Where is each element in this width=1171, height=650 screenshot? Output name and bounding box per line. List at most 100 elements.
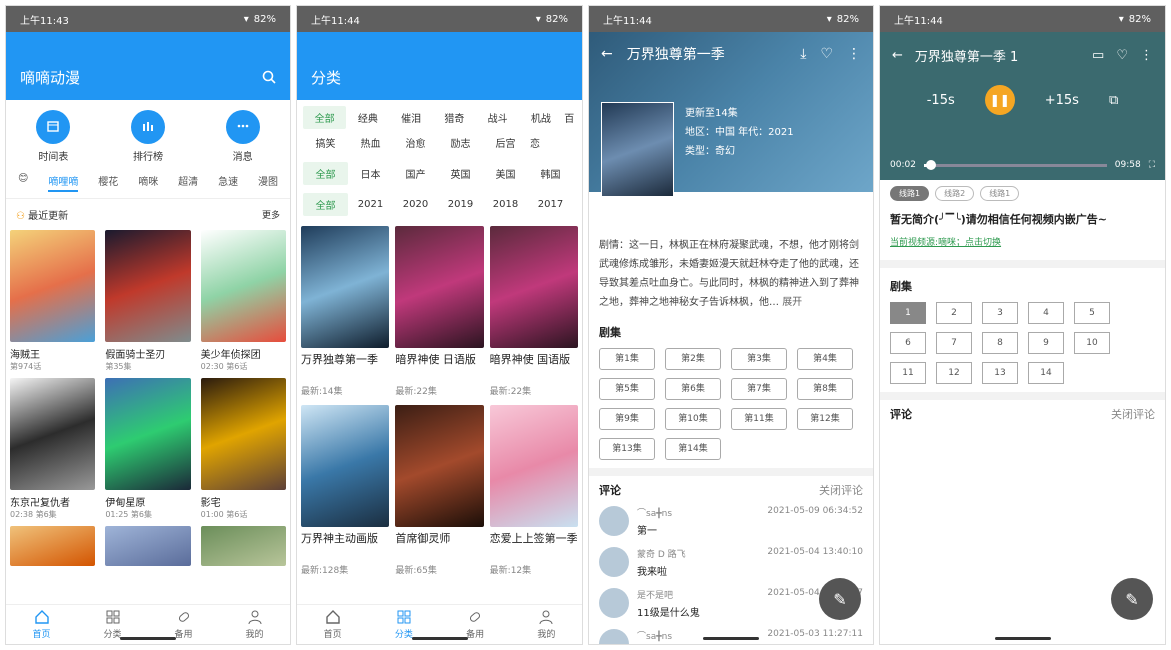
edit-fab[interactable]: ✎ <box>819 578 861 620</box>
more-vert-icon[interactable]: ⋮ <box>1140 48 1153 63</box>
episode-button[interactable]: 4 <box>1028 302 1064 324</box>
filter-option[interactable]: 搞笑 <box>303 131 348 154</box>
line-option[interactable]: 线路2 <box>935 186 975 201</box>
episode-button[interactable]: 7 <box>936 332 972 354</box>
anime-card[interactable]: 暗界神使 国语版 最新:22集 <box>489 226 578 397</box>
filter-all[interactable]: 全部 <box>303 193 348 216</box>
filter-option[interactable]: 美国 <box>483 162 528 185</box>
close-comments-button[interactable]: 关闭评论 <box>1111 406 1155 422</box>
back-arrow-icon[interactable]: ← <box>601 46 613 62</box>
episode-button[interactable]: 第8集 <box>797 378 853 400</box>
filter-option[interactable]: 2021 <box>348 195 393 214</box>
tab-chaoqing[interactable]: 超清 <box>178 173 198 192</box>
anime-card[interactable]: 美少年侦探团 02:30 第6话 <box>200 230 286 372</box>
rewind-button[interactable]: -15s <box>927 93 955 108</box>
tab-jisu[interactable]: 急速 <box>218 173 238 192</box>
filter-all[interactable]: 全部 <box>303 106 347 129</box>
back-arrow-icon[interactable]: ← <box>892 48 903 63</box>
episode-button[interactable]: 第4集 <box>797 348 853 370</box>
filter-option[interactable]: 催泪 <box>390 106 433 129</box>
close-comments-button[interactable]: 关闭评论 <box>819 482 863 498</box>
anime-card[interactable]: 暗界神使 日语版 最新:22集 <box>395 226 484 397</box>
anime-card[interactable]: 恋爱上上签第一季 最新:12集 <box>489 405 578 576</box>
anime-card[interactable]: 影宅 01:00 第6话 <box>200 378 286 520</box>
tab-mantu[interactable]: 漫图 <box>258 173 278 192</box>
filter-option[interactable]: 经典 <box>346 106 389 129</box>
search-icon[interactable] <box>262 69 276 88</box>
episode-button[interactable]: 11 <box>890 362 926 384</box>
nav-profile[interactable]: 我的 <box>511 605 582 644</box>
episode-button[interactable]: 第10集 <box>665 408 721 430</box>
anime-card[interactable] <box>200 526 286 566</box>
more-vert-icon[interactable]: ⋮ <box>847 46 861 62</box>
tab-emoji[interactable]: 😊 <box>18 173 28 192</box>
filter-option[interactable]: 国产 <box>393 162 438 185</box>
filter-option[interactable]: 治愈 <box>393 131 438 154</box>
filter-option[interactable]: 百 <box>563 106 576 129</box>
episode-button[interactable]: 14 <box>1028 362 1064 384</box>
nav-home[interactable]: 首页 <box>297 605 368 644</box>
heart-icon[interactable]: ♡ <box>1116 48 1128 63</box>
tab-yinghua[interactable]: 樱花 <box>98 173 118 192</box>
episode-button[interactable]: 第3集 <box>731 348 787 370</box>
edit-fab[interactable]: ✎ <box>1111 578 1153 620</box>
episode-button[interactable]: 6 <box>890 332 926 354</box>
filter-option[interactable]: 2017 <box>528 195 573 214</box>
anime-card[interactable] <box>10 526 96 566</box>
tab-dimi[interactable]: 嘀咪 <box>138 173 158 192</box>
episode-button[interactable]: 第6集 <box>665 378 721 400</box>
anime-card[interactable]: 万界神主动画版 最新:128集 <box>301 405 390 576</box>
filter-option[interactable]: 韩国 <box>528 162 573 185</box>
episode-button[interactable]: 2 <box>936 302 972 324</box>
seek-knob[interactable] <box>926 159 937 170</box>
filter-option[interactable]: 日本 <box>348 162 393 185</box>
episode-button[interactable]: 第7集 <box>731 378 787 400</box>
tv-cast-icon[interactable]: ▭ <box>1092 48 1104 63</box>
anime-card[interactable]: 东京卍复仇者 02:38 第6集 <box>10 378 96 520</box>
episode-button[interactable]: 1 <box>890 302 926 324</box>
episode-button[interactable]: 第1集 <box>599 348 655 370</box>
line-option[interactable]: 线路1 <box>980 186 1020 201</box>
episode-button[interactable]: 8 <box>982 332 1018 354</box>
schedule-button[interactable]: 时间表 <box>36 110 71 163</box>
filter-option[interactable]: 战斗 <box>476 106 519 129</box>
messages-button[interactable]: 消息 <box>225 110 260 163</box>
heart-icon[interactable]: ♡ <box>820 46 833 62</box>
anime-card[interactable] <box>105 526 191 566</box>
pause-icon[interactable]: ❚❚ <box>984 85 1015 115</box>
filter-option[interactable]: 热血 <box>348 131 393 154</box>
video-player[interactable]: ← 万界独尊第一季 1 ▭ ♡ ⋮ -15s ❚❚ +15s ⧉ 00:02 0… <box>880 32 1165 180</box>
episode-button[interactable]: 10 <box>1074 332 1110 354</box>
episode-button[interactable]: 第9集 <box>599 408 655 430</box>
forward-button[interactable]: +15s <box>1045 93 1079 108</box>
fullscreen-icon[interactable]: ⛶ <box>1149 160 1155 170</box>
download-icon[interactable]: ⤓ <box>800 46 806 62</box>
source-switch-link[interactable]: 当前视频源:嘀咪；点击切换 <box>890 235 1155 248</box>
episode-button[interactable]: 9 <box>1028 332 1064 354</box>
anime-card[interactable]: 伊甸星原 01:25 第6集 <box>105 378 191 520</box>
filter-option[interactable]: 2018 <box>483 195 528 214</box>
episode-button[interactable]: 第2集 <box>665 348 721 370</box>
episode-button[interactable]: 第12集 <box>797 408 853 430</box>
seek-track[interactable] <box>923 159 1107 170</box>
episode-button[interactable]: 第11集 <box>731 408 787 430</box>
nav-profile[interactable]: 我的 <box>219 605 290 644</box>
anime-card[interactable]: 首席御灵师 最新:65集 <box>395 405 484 576</box>
anime-card[interactable]: 万界独尊第一季 最新:14集 <box>301 226 390 397</box>
filter-option[interactable]: 机战 <box>519 106 562 129</box>
episode-button[interactable]: 12 <box>936 362 972 384</box>
filter-option[interactable]: 英国 <box>438 162 483 185</box>
filter-option[interactable]: 恋 <box>528 131 542 154</box>
anime-card[interactable]: 海贼王 第974话 <box>10 230 96 372</box>
filter-option[interactable]: 励志 <box>438 131 483 154</box>
episode-button[interactable]: 第14集 <box>665 438 721 460</box>
more-link[interactable]: 更多 <box>262 208 280 221</box>
filter-option[interactable]: 2020 <box>393 195 438 214</box>
episode-button[interactable]: 第13集 <box>599 438 655 460</box>
filter-option[interactable]: 后宫 <box>483 131 528 154</box>
anime-card[interactable]: 假面骑士圣刃 第35集 <box>105 230 191 372</box>
line-option[interactable]: 线路1 <box>890 186 930 201</box>
filter-all[interactable]: 全部 <box>303 162 348 185</box>
expand-link[interactable]: 展开 <box>782 297 802 308</box>
filter-option[interactable]: 猎奇 <box>433 106 476 129</box>
